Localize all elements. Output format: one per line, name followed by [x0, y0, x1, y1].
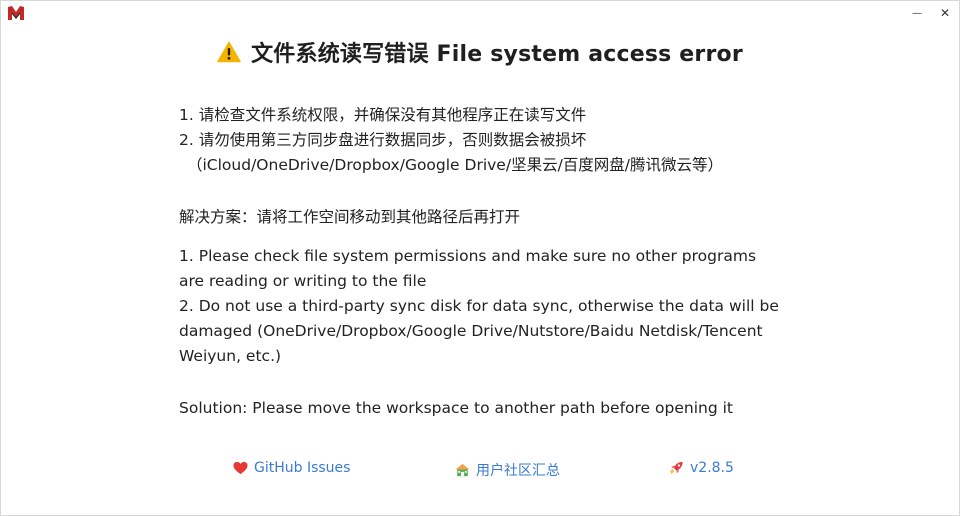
- version-link[interactable]: v2.8.5: [669, 460, 734, 476]
- zh-solution: 解决方案：请将工作空间移动到其他路径后再打开: [179, 208, 521, 226]
- app-window: — ✕ 文件系统读写错误 File system access error 1.…: [0, 0, 960, 516]
- github-issues-link[interactable]: GitHub Issues: [233, 460, 350, 476]
- zh-tip-1: 1. 请检查文件系统权限，并确保没有其他程序正在读写文件: [179, 106, 587, 124]
- footer-links: GitHub Issues 用户社区汇总 v2.8.5: [1, 460, 959, 482]
- page-title: 文件系统读写错误 File system access error: [1, 35, 959, 69]
- github-issues-label: GitHub Issues: [254, 460, 351, 476]
- en-tip-2: 2. Do not use a third-party sync disk fo…: [179, 297, 779, 365]
- close-button[interactable]: ✕: [931, 1, 959, 25]
- page-title-text: 文件系统读写错误 File system access error: [251, 42, 743, 67]
- house-icon: [455, 463, 470, 477]
- warning-triangle-icon: [217, 41, 241, 63]
- minimize-icon: —: [912, 7, 922, 19]
- minimize-button[interactable]: —: [903, 1, 931, 25]
- user-community-label: 用户社区汇总: [476, 463, 560, 479]
- window-controls: — ✕: [903, 1, 959, 25]
- heart-icon: [233, 461, 248, 475]
- version-label: v2.8.5: [690, 460, 734, 476]
- rocket-icon: [670, 461, 683, 474]
- en-solution: Solution: Please move the workspace to a…: [179, 399, 733, 417]
- en-tip-1: 1. Please check file system permissions …: [179, 247, 757, 290]
- error-message-body: 1. 请检查文件系统权限，并确保没有其他程序正在读写文件 2. 请勿使用第三方同…: [179, 103, 779, 421]
- user-community-link[interactable]: 用户社区汇总: [455, 460, 560, 480]
- title-bar[interactable]: — ✕: [1, 1, 959, 29]
- zh-tip-2-examples: （iCloud/OneDrive/Dropbox/Google Drive/坚果…: [187, 156, 724, 174]
- zh-tip-2: 2. 请勿使用第三方同步盘进行数据同步，否则数据会被损坏: [179, 131, 587, 149]
- app-logo-icon: [8, 6, 24, 20]
- close-icon: ✕: [939, 6, 951, 20]
